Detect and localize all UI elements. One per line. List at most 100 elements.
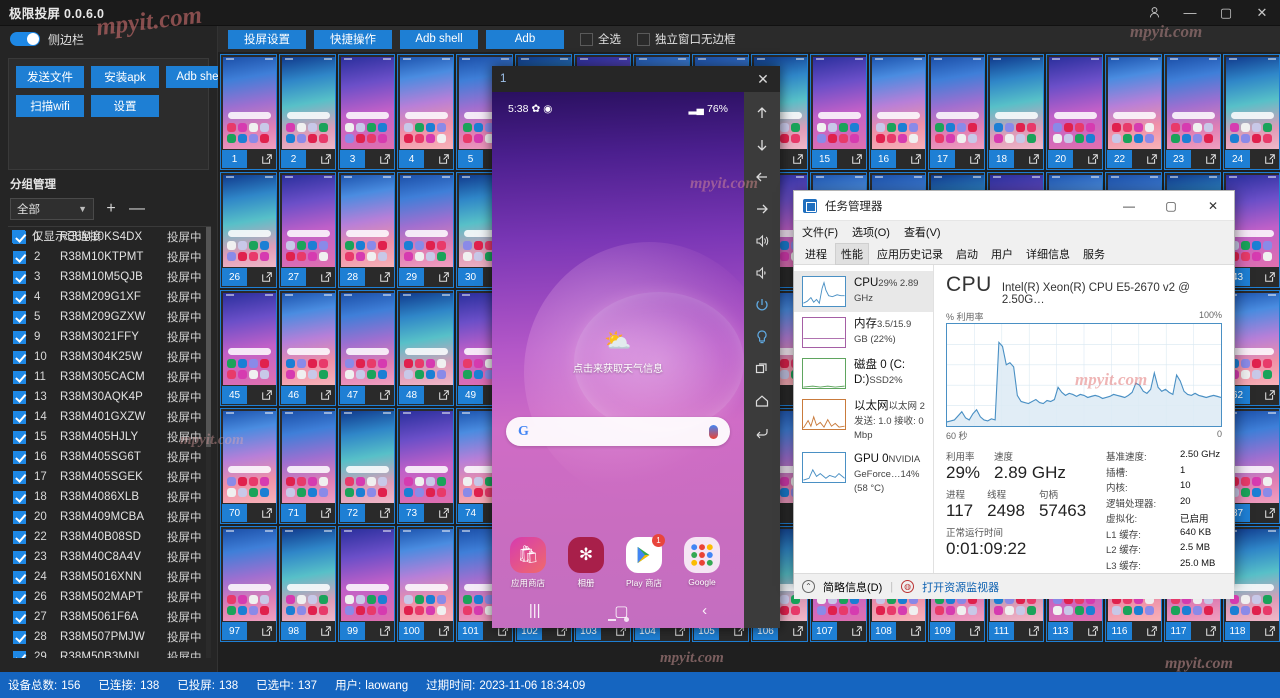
menu-options[interactable]: 选项(O) — [852, 224, 890, 240]
device-thumbnail[interactable]: 24 — [1223, 54, 1280, 170]
microphone-icon[interactable] — [709, 425, 718, 439]
device-thumbnail[interactable]: 48 — [397, 290, 454, 406]
device-list-item[interactable]: 5R38M209GZXW投屏中 — [8, 307, 211, 327]
open-resource-monitor-link[interactable]: 打开资源监视器 — [922, 579, 999, 595]
open-external-icon[interactable] — [379, 507, 391, 519]
device-thumbnail[interactable]: 2 — [279, 54, 336, 170]
device-list-item[interactable]: 26R38M502MAPT投屏中 — [8, 587, 211, 607]
device-checkbox[interactable] — [13, 571, 26, 584]
weather-widget[interactable]: ⛅ 点击来获取天气信息 — [492, 330, 744, 375]
user-icon[interactable] — [1136, 0, 1172, 26]
device-list-item[interactable]: 18R38M4086XLB投屏中 — [8, 487, 211, 507]
open-external-icon[interactable] — [438, 625, 450, 637]
open-external-icon[interactable] — [910, 153, 922, 165]
device-list-item[interactable]: 23R38M40C8A4V投屏中 — [8, 547, 211, 567]
device-checkbox[interactable] — [13, 291, 26, 304]
app-google-folder[interactable]: Google — [678, 537, 726, 589]
device-list-item[interactable]: 3R38M10M5QJB投屏中 — [8, 267, 211, 287]
device-checkbox[interactable] — [13, 311, 26, 324]
device-checkbox[interactable] — [13, 611, 26, 624]
device-checkbox[interactable] — [13, 491, 26, 504]
resource-item[interactable]: CPU29% 2.89 GHz — [794, 271, 933, 312]
open-external-icon[interactable] — [1264, 271, 1276, 283]
device-thumbnail[interactable]: 71 — [279, 408, 336, 524]
open-external-icon[interactable] — [1146, 153, 1158, 165]
device-thumbnail[interactable]: 73 — [397, 408, 454, 524]
resource-item[interactable]: 内存3.5/15.9 GB (22%) — [794, 312, 933, 353]
arrow-right-icon[interactable] — [749, 196, 775, 222]
open-external-icon[interactable] — [1205, 625, 1217, 637]
open-external-icon[interactable] — [261, 625, 273, 637]
tm-maximize-button[interactable]: ▢ — [1150, 191, 1192, 221]
app-play-store[interactable]: 1 Play 商店 — [620, 537, 668, 589]
device-list-item[interactable]: 15R38M405HJLY投屏中 — [8, 427, 211, 447]
device-thumbnail[interactable]: 15 — [810, 54, 867, 170]
open-external-icon[interactable] — [379, 271, 391, 283]
install-apk-button[interactable]: 安装apk — [91, 66, 159, 88]
device-list-item[interactable]: 24R38M5016XNN投屏中 — [8, 567, 211, 587]
open-external-icon[interactable] — [1264, 153, 1276, 165]
task-manager-tab[interactable]: 应用历史记录 — [872, 244, 948, 264]
device-thumbnail[interactable]: 98 — [279, 526, 336, 642]
fewer-details-button[interactable]: 简略信息(D) — [823, 579, 882, 595]
device-thumbnail[interactable]: 1 — [220, 54, 277, 170]
device-thumbnail[interactable]: 22 — [1105, 54, 1162, 170]
device-checkbox[interactable] — [13, 651, 26, 659]
mirror-settings-button[interactable]: 投屏设置 — [228, 30, 306, 49]
open-external-icon[interactable] — [1087, 625, 1099, 637]
device-list-item[interactable]: 1R38M10KS4DX投屏中 — [8, 227, 211, 247]
borderless-window-checkbox[interactable] — [637, 33, 650, 46]
open-external-icon[interactable] — [438, 153, 450, 165]
device-thumbnail[interactable]: 47 — [338, 290, 395, 406]
resource-item[interactable]: 磁盘 0 (C: D:)SSD2% — [794, 353, 933, 394]
borderless-window-row[interactable]: 独立窗口无边框 — [637, 31, 736, 47]
adb-shell-toolbar-button[interactable]: Adb shell — [400, 30, 478, 49]
open-external-icon[interactable] — [851, 153, 863, 165]
device-checkbox[interactable] — [13, 271, 26, 284]
device-checkbox[interactable] — [13, 331, 26, 344]
open-external-icon[interactable] — [320, 507, 332, 519]
open-external-icon[interactable] — [438, 389, 450, 401]
light-icon[interactable] — [749, 324, 775, 350]
device-thumbnail[interactable]: 45 — [220, 290, 277, 406]
open-external-icon[interactable] — [320, 153, 332, 165]
device-thumbnail[interactable]: 29 — [397, 172, 454, 288]
sidebar-toggle-switch[interactable] — [10, 32, 40, 46]
device-thumbnail[interactable]: 16 — [869, 54, 926, 170]
device-thumbnail[interactable]: 100 — [397, 526, 454, 642]
phone-screen[interactable]: 5:38 ✿ ◉ ▂▄ 76% ⛅ 点击来获取天气信息 G 🛍 — [492, 92, 744, 628]
device-thumbnail[interactable]: 46 — [279, 290, 336, 406]
device-list-item[interactable]: 9R38M3021FFY投屏中 — [8, 327, 211, 347]
device-checkbox[interactable] — [13, 471, 26, 484]
tm-close-button[interactable]: ✕ — [1192, 191, 1234, 221]
device-thumbnail[interactable]: 99 — [338, 526, 395, 642]
arrow-up-icon[interactable] — [749, 100, 775, 126]
device-list-item[interactable]: 29R38M50B3MNL投屏中 — [8, 647, 211, 658]
open-external-icon[interactable] — [261, 389, 273, 401]
settings-button[interactable]: 设置 — [91, 95, 159, 117]
tm-minimize-button[interactable]: — — [1108, 191, 1150, 221]
home-icon[interactable] — [749, 388, 775, 414]
task-manager-tab[interactable]: 服务 — [1078, 244, 1110, 264]
back-icon[interactable] — [749, 420, 775, 446]
open-external-icon[interactable] — [1146, 625, 1158, 637]
open-external-icon[interactable] — [969, 153, 981, 165]
adb-toolbar-button[interactable]: Adb — [486, 30, 564, 49]
device-thumbnail[interactable]: 97 — [220, 526, 277, 642]
open-external-icon[interactable] — [1264, 507, 1276, 519]
device-checkbox[interactable] — [13, 391, 26, 404]
open-external-icon[interactable] — [1028, 625, 1040, 637]
device-thumbnail[interactable]: 20 — [1046, 54, 1103, 170]
device-checkbox[interactable] — [13, 511, 26, 524]
open-external-icon[interactable] — [261, 153, 273, 165]
device-list-scrollbar[interactable] — [206, 227, 211, 658]
arrow-left-icon[interactable] — [749, 164, 775, 190]
task-manager-tab[interactable]: 进程 — [800, 244, 832, 264]
device-thumbnail[interactable]: 4 — [397, 54, 454, 170]
open-external-icon[interactable] — [1028, 153, 1040, 165]
open-external-icon[interactable] — [379, 153, 391, 165]
device-checkbox[interactable] — [13, 531, 26, 544]
device-checkbox[interactable] — [13, 591, 26, 604]
open-external-icon[interactable] — [1205, 153, 1217, 165]
send-file-button[interactable]: 发送文件 — [16, 66, 84, 88]
